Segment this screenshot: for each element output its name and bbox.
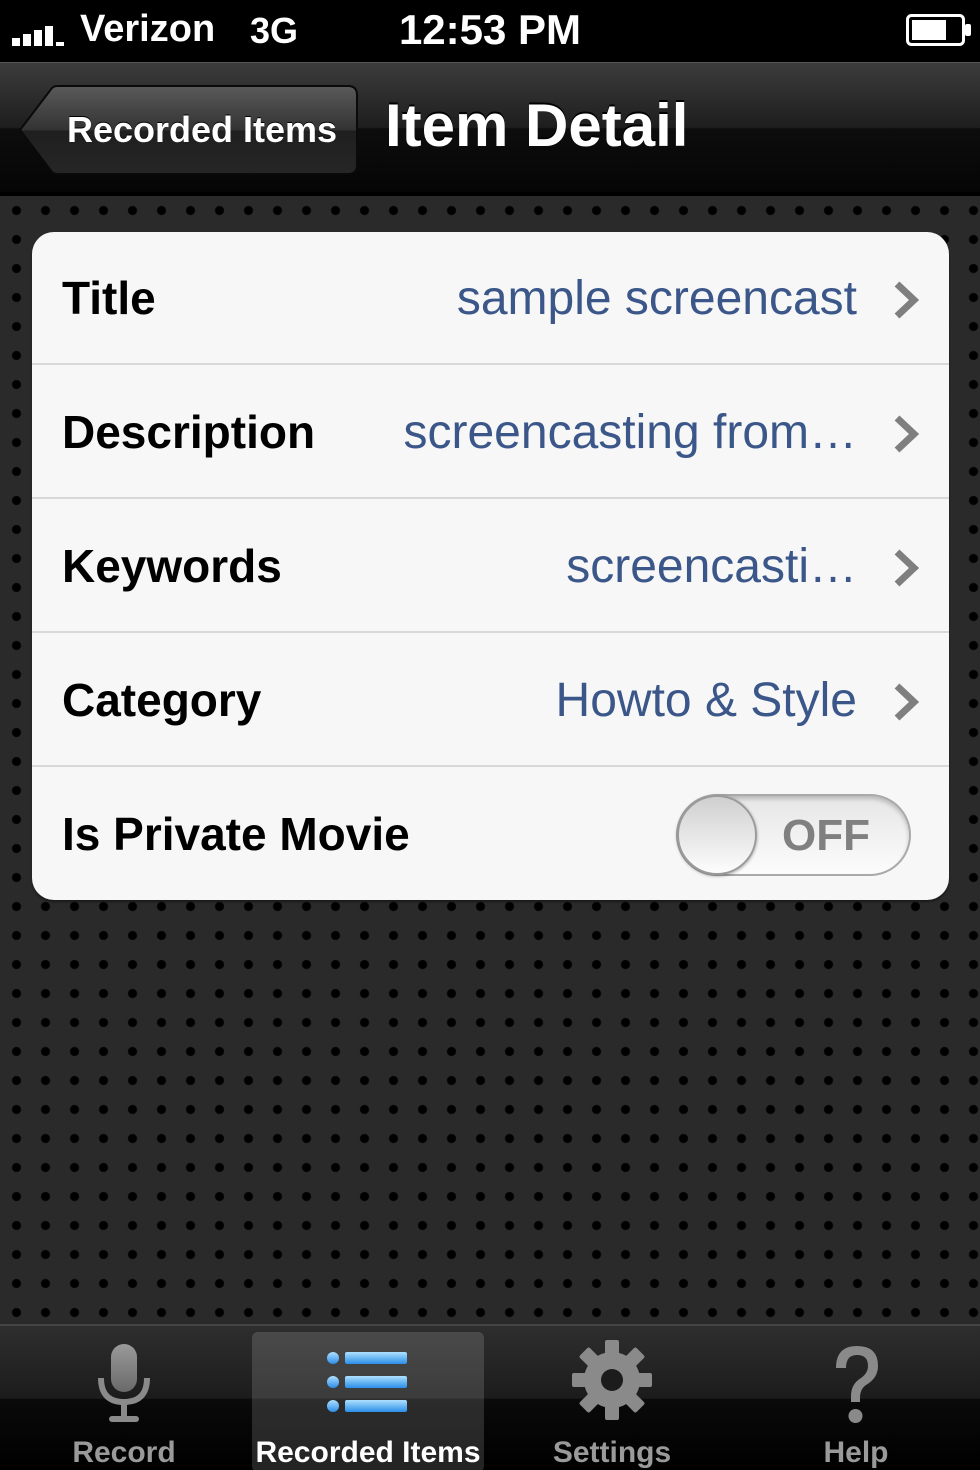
row-label: Keywords [62, 540, 282, 592]
tab-label: Recorded Items [255, 1436, 481, 1469]
row-value: Howto & Style [555, 674, 857, 727]
tab-label: Record [72, 1436, 176, 1469]
chevron-right-icon [894, 281, 919, 319]
navigation-bar: Recorded Items Item Detail [0, 62, 980, 194]
back-button[interactable]: Recorded Items [18, 85, 358, 175]
chevron-right-icon [894, 415, 919, 453]
tab-label: Settings [552, 1436, 672, 1469]
row-keywords[interactable]: Keywords screencasti… [32, 500, 949, 633]
back-button-label: Recorded Items [66, 109, 338, 150]
question-icon [836, 1346, 878, 1423]
chevron-right-icon [894, 549, 919, 587]
tab-record[interactable]: Record [8, 1332, 240, 1470]
row-category[interactable]: Category Howto & Style [32, 634, 949, 767]
private-movie-toggle[interactable]: OFF [676, 794, 911, 876]
toggle-state-label: OFF [782, 811, 870, 860]
tab-label: Help [823, 1436, 889, 1469]
tab-bar: Record Recorded Items Settings Help [0, 1324, 980, 1470]
row-label: Is Private Movie [62, 808, 410, 860]
toggle-knob[interactable] [677, 795, 757, 875]
row-title[interactable]: Title sample screencast [32, 232, 949, 365]
row-description[interactable]: Description screencasting from… [32, 366, 949, 499]
chevron-right-icon [894, 683, 919, 721]
list-icon [327, 1352, 407, 1412]
content-area: Title sample screencast Description scre… [0, 196, 980, 1324]
page-title: Item Detail [385, 92, 689, 159]
status-bar: Verizon 3G 12:53 PM [0, 0, 980, 62]
row-value: screencasting from… [403, 406, 858, 459]
microphone-icon [98, 1344, 150, 1422]
row-private-movie: Is Private Movie OFF [32, 768, 949, 900]
battery-icon [906, 14, 971, 46]
detail-table: Title sample screencast Description scre… [32, 232, 949, 900]
tab-recorded-items[interactable]: Recorded Items [252, 1332, 484, 1470]
tab-help[interactable]: Help [740, 1332, 972, 1470]
status-time: 12:53 PM [398, 6, 582, 53]
row-label: Category [62, 674, 262, 726]
row-value: sample screencast [456, 272, 857, 325]
gear-icon [572, 1340, 652, 1420]
tab-settings[interactable]: Settings [496, 1332, 728, 1470]
row-value: screencasti… [566, 540, 857, 593]
row-label: Description [62, 406, 316, 458]
row-label: Title [62, 272, 156, 324]
